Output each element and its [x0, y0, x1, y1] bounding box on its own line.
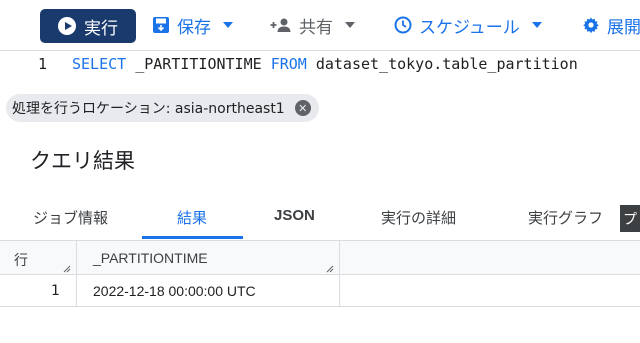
line-number: 1 [38, 55, 48, 73]
table-top-border [0, 240, 640, 241]
clock-icon [394, 16, 412, 34]
share-label: 共有 [299, 17, 333, 38]
save-icon [153, 17, 169, 33]
location-chip-label: 処理を行うロケーション: asia-northeast1 [12, 101, 285, 117]
table-name: dataset_tokyo.table_partition [306, 55, 578, 73]
keyword-select: SELECT [72, 55, 127, 73]
column-header-partitiontime[interactable]: _PARTITIONTIME [93, 250, 208, 266]
deploy-label: 展開 [607, 17, 640, 38]
sql-editor[interactable]: 1 SELECT _PARTITIONTIME FROM dataset_tok… [0, 51, 640, 85]
run-label: 実行 [84, 18, 118, 39]
close-icon[interactable]: ✕ [294, 100, 311, 116]
page-title: クエリ結果 [30, 149, 135, 173]
column-resize-handle[interactable] [63, 265, 71, 273]
column-name: _PARTITIONTIME [126, 55, 271, 73]
deploy-button[interactable]: 展開 [582, 11, 640, 39]
play-icon [58, 17, 76, 35]
tab-results[interactable]: 結果 [177, 207, 207, 228]
partitiontime-cell[interactable]: 2022-12-18 00:00:00 UTC [93, 283, 256, 299]
keyword-from: FROM [270, 55, 307, 73]
tab-job-info[interactable]: ジョブ情報 [33, 207, 108, 228]
row-number: 1 [51, 283, 60, 299]
add-person-icon [270, 18, 291, 32]
column-header-row[interactable]: 行 [14, 250, 28, 270]
tab-execution-details[interactable]: 実行の詳細 [381, 207, 456, 228]
chevron-down-icon [531, 22, 542, 28]
schedule-label: スケジュール [419, 17, 520, 38]
save-button[interactable]: 保存 [152, 11, 233, 39]
header-divider [0, 274, 640, 275]
schedule-button[interactable]: スケジュール [394, 11, 542, 39]
tab-overflow[interactable]: プ [620, 205, 640, 232]
run-button[interactable]: 実行 [40, 9, 136, 43]
tab-execution-graph[interactable]: 実行グラフ [528, 207, 603, 228]
location-chip: 処理を行うロケーション: asia-northeast1 ✕ [6, 94, 319, 122]
results-tabs: ジョブ情報 結果 JSON 実行の詳細 実行グラフ [0, 195, 640, 239]
chevron-down-icon [345, 22, 355, 28]
active-tab-indicator [142, 236, 243, 239]
column-resize-handle[interactable] [326, 265, 334, 273]
tab-json[interactable]: JSON [274, 207, 315, 224]
gear-icon [583, 17, 599, 34]
sql-code-line[interactable]: SELECT _PARTITIONTIME FROM dataset_tokyo… [72, 55, 578, 73]
save-label: 保存 [177, 17, 211, 38]
chevron-down-icon [223, 22, 233, 28]
share-button[interactable]: 共有 [270, 11, 355, 39]
row-divider [0, 306, 640, 307]
query-toolbar: 実行 保存 共有 スケジュール 展開 [0, 0, 640, 51]
